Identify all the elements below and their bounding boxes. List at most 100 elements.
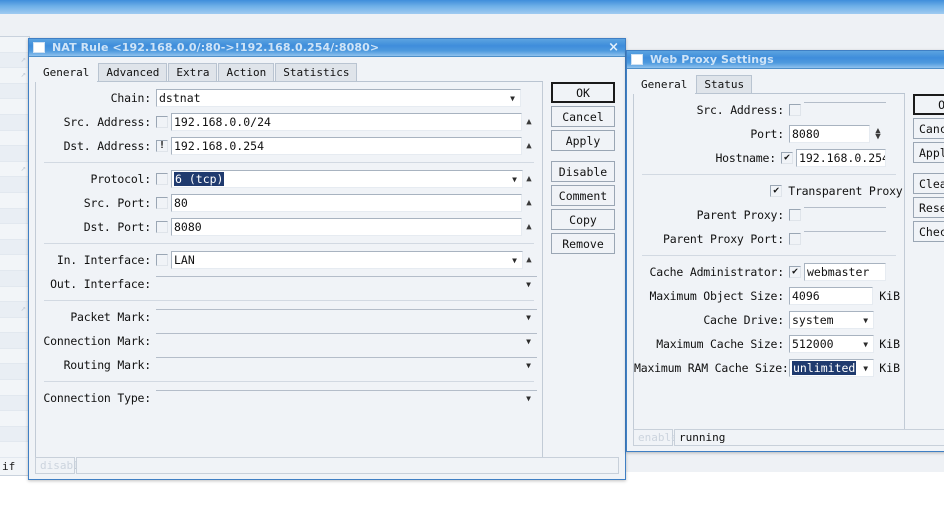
chevron-down-icon[interactable]: ▼	[521, 332, 536, 350]
background-list-row[interactable]: ↗	[0, 52, 29, 69]
src-address-checkbox[interactable]	[156, 116, 168, 128]
parent-proxy-checkbox[interactable]	[789, 209, 801, 221]
background-list-row[interactable]	[0, 37, 29, 53]
protocol-input[interactable]: 6 (tcp)	[171, 170, 523, 188]
chevron-down-icon[interactable]: ▼	[521, 308, 536, 326]
chevron-down-icon[interactable]: ▼	[858, 335, 873, 353]
background-list-row[interactable]	[0, 364, 29, 381]
tab-action[interactable]: Action	[218, 63, 275, 81]
protocol-expand-icon[interactable]: ▲	[522, 170, 536, 188]
tab-advanced[interactable]: Advanced	[98, 63, 168, 81]
clear-cache-button[interactable]: Clear Cache	[913, 173, 944, 194]
proxy-src-address-checkbox[interactable]	[789, 104, 801, 116]
web-proxy-titlebar[interactable]: Web Proxy Settings	[627, 51, 944, 69]
chain-input[interactable]: dstnat	[156, 89, 521, 107]
chevron-down-icon[interactable]: ▼	[858, 311, 873, 329]
dst-address-expand-icon[interactable]: ▲	[522, 137, 536, 155]
background-list-row[interactable]	[0, 349, 29, 365]
cancel-button[interactable]: Cancel	[913, 118, 944, 139]
chevron-down-icon[interactable]: ▼	[521, 389, 536, 407]
background-list-row[interactable]	[0, 287, 29, 303]
background-list-row[interactable]	[0, 318, 29, 334]
chevron-down-icon[interactable]: ▼	[507, 170, 522, 188]
chevron-down-icon[interactable]: ▼	[507, 251, 522, 269]
nat-rule-titlebar[interactable]: NAT Rule <192.168.0.0/:80->!192.168.0.25…	[29, 39, 625, 57]
dst-port-expand-icon[interactable]: ▲	[522, 218, 536, 236]
max-object-size-input[interactable]: 4096	[789, 287, 874, 305]
background-list-row[interactable]	[0, 239, 29, 256]
protocol-checkbox[interactable]	[156, 173, 168, 185]
background-list-row[interactable]	[0, 255, 29, 271]
background-list-row[interactable]	[0, 193, 29, 209]
proxy-hostname-input[interactable]: 192.168.0.254	[795, 149, 886, 167]
src-port-checkbox[interactable]	[156, 197, 168, 209]
apply-button[interactable]: Apply	[551, 130, 615, 151]
tab-statistics[interactable]: Statistics	[275, 63, 358, 81]
src-port-expand-icon[interactable]: ▲	[522, 194, 536, 212]
background-list-row[interactable]: ↗	[0, 68, 29, 84]
parent-proxy-port-input[interactable]	[804, 230, 886, 248]
out-interface-input[interactable]	[156, 275, 537, 293]
copy-button[interactable]: Copy	[551, 209, 615, 230]
background-list-row[interactable]	[0, 395, 29, 412]
background-list-row[interactable]	[0, 99, 29, 115]
chevron-down-icon[interactable]: ▼	[505, 89, 520, 107]
tab-general[interactable]: General	[35, 63, 98, 82]
in-interface-checkbox[interactable]	[156, 254, 168, 266]
nat-rule-window[interactable]: NAT Rule <192.168.0.0/:80->!192.168.0.25…	[28, 38, 626, 480]
connection-type-input[interactable]	[156, 389, 537, 407]
background-list-row[interactable]	[0, 131, 29, 147]
tab-status[interactable]: Status	[696, 75, 753, 93]
proxy-port-spinner[interactable]: ▲ ▼	[870, 125, 886, 143]
check-button[interactable]: Check	[913, 221, 944, 242]
packet-mark-input[interactable]	[156, 308, 537, 326]
src-address-expand-icon[interactable]: ▲	[522, 113, 536, 131]
in-interface-expand-icon[interactable]: ▲	[522, 251, 536, 269]
proxy-src-address-input[interactable]	[804, 101, 886, 119]
parent-proxy-input[interactable]	[804, 206, 886, 224]
remove-button[interactable]: Remove	[551, 233, 615, 254]
dst-port-checkbox[interactable]	[156, 221, 168, 233]
chevron-down-icon[interactable]: ▼	[858, 359, 873, 377]
parent-proxy-port-checkbox[interactable]	[789, 233, 801, 245]
cache-administrator-checkbox[interactable]	[789, 266, 801, 278]
dst-address-input[interactable]: 192.168.0.254	[171, 137, 522, 155]
background-list-row[interactable]: ↗	[0, 302, 29, 318]
chevron-down-icon[interactable]: ▼	[521, 275, 536, 293]
background-list-row[interactable]	[0, 83, 29, 100]
ok-button[interactable]: OK	[551, 82, 615, 103]
in-interface-input[interactable]: LAN	[171, 251, 523, 269]
background-list-row[interactable]	[0, 442, 29, 459]
background-list-row[interactable]: ↗	[0, 162, 29, 178]
apply-button[interactable]: Apply	[913, 142, 944, 163]
web-proxy-settings-window[interactable]: Web Proxy Settings General Status Src. A…	[626, 50, 944, 452]
ok-button[interactable]: OK	[913, 94, 944, 115]
tab-extra[interactable]: Extra	[168, 63, 218, 81]
connection-mark-input[interactable]	[156, 332, 537, 350]
background-list-row[interactable]	[0, 426, 29, 443]
proxy-hostname-checkbox[interactable]	[780, 152, 793, 164]
background-list-row[interactable]	[0, 146, 29, 162]
close-icon[interactable]: ×	[608, 40, 619, 55]
proxy-port-input[interactable]: 8080	[789, 125, 870, 143]
cache-administrator-input[interactable]: webmaster	[804, 263, 886, 281]
comment-button[interactable]: Comment	[551, 185, 615, 206]
background-list-row[interactable]	[0, 380, 29, 396]
chevron-down-icon[interactable]: ▼	[521, 356, 536, 374]
background-list-row[interactable]	[0, 114, 29, 131]
src-address-input[interactable]: 192.168.0.0/24	[171, 113, 522, 131]
background-list-row[interactable]	[0, 208, 29, 225]
background-list-row[interactable]	[0, 270, 29, 287]
dst-port-input[interactable]: 8080	[171, 218, 522, 236]
background-list-row[interactable]	[0, 177, 29, 193]
dst-address-checkbox[interactable]	[156, 140, 168, 152]
transparent-proxy-checkbox[interactable]	[770, 185, 783, 197]
background-list-row[interactable]	[0, 224, 29, 240]
reset-html-button[interactable]: Reset HTML	[913, 197, 944, 218]
disable-button[interactable]: Disable	[551, 161, 615, 182]
tab-general[interactable]: General	[633, 75, 696, 94]
routing-mark-input[interactable]	[156, 356, 537, 374]
background-list-window[interactable]: ↗ ↗ ↗ ↗	[0, 36, 30, 476]
src-port-input[interactable]: 80	[171, 194, 522, 212]
background-list-row[interactable]	[0, 411, 29, 427]
